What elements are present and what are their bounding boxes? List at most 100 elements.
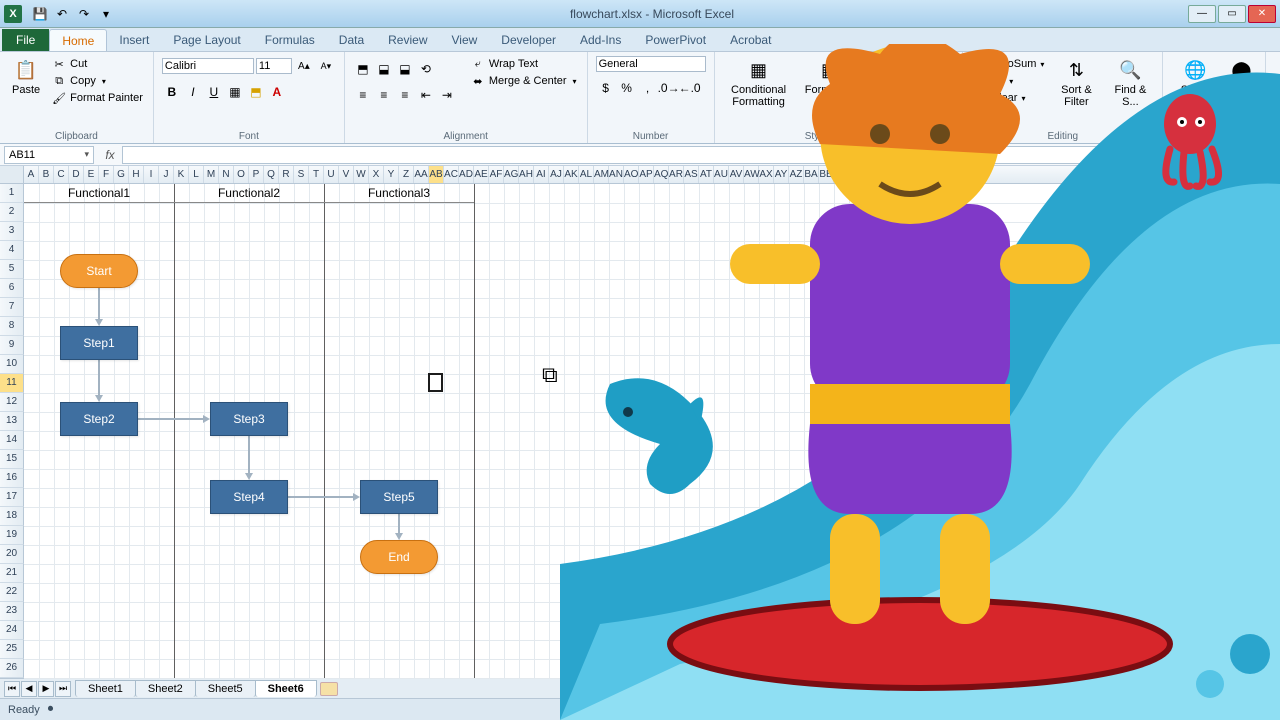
copy-button[interactable]: ⧉Copy▾ — [50, 73, 145, 89]
ribbon-tab-add-ins[interactable]: Add-Ins — [568, 29, 633, 51]
increase-indent-icon[interactable]: ⇥ — [437, 85, 457, 105]
name-box[interactable]: AB11▾ — [4, 146, 94, 164]
row-header[interactable]: 19 — [0, 526, 24, 545]
close-button[interactable]: ✕ — [1248, 5, 1276, 23]
flowchart-step[interactable]: Step4 — [210, 480, 288, 514]
sort-filter-button[interactable]: ⇅Sort & Filter — [1052, 56, 1100, 110]
macro-record-icon[interactable]: ⏺ — [48, 703, 54, 716]
column-header[interactable]: K — [174, 166, 189, 183]
find-select-button[interactable]: 🔍Find & S... — [1106, 56, 1154, 110]
clear-button[interactable]: ◧Clear▾ — [971, 90, 1046, 106]
column-header[interactable]: BB — [819, 166, 834, 183]
column-header[interactable]: M — [204, 166, 219, 183]
autosum-button[interactable]: ΣAutoSum▾ — [971, 56, 1046, 72]
formula-input[interactable] — [122, 146, 1274, 164]
column-header[interactable]: BC — [834, 166, 849, 183]
qat-customize-icon[interactable]: ▾ — [96, 4, 116, 24]
row-header[interactable]: 22 — [0, 583, 24, 602]
column-header[interactable]: BI — [924, 166, 939, 183]
column-header[interactable]: S — [294, 166, 309, 183]
column-header[interactable]: W — [354, 166, 369, 183]
row-header[interactable]: 10 — [0, 355, 24, 374]
wrap-text-button[interactable]: ⤶Wrap Text — [469, 56, 579, 72]
row-header[interactable]: 18 — [0, 507, 24, 526]
percent-icon[interactable]: % — [617, 78, 637, 98]
row-header[interactable]: 26 — [0, 659, 24, 678]
maximize-button[interactable]: ▭ — [1218, 5, 1246, 23]
undo-icon[interactable]: ↶ — [52, 4, 72, 24]
sheet-nav-first[interactable]: ⏮ — [4, 681, 20, 697]
fill-color-button[interactable]: ⬒ — [246, 82, 266, 102]
row-header[interactable]: 8 — [0, 317, 24, 336]
format-as-table-button[interactable]: ▦Format as Table — [801, 56, 859, 110]
sheet-tab-sheet6[interactable]: Sheet6 — [255, 680, 317, 697]
align-top-icon[interactable]: ⬒ — [353, 59, 373, 79]
comma-icon[interactable]: , — [638, 78, 658, 98]
column-header[interactable]: BA — [804, 166, 819, 183]
sheet-nav-prev[interactable]: ◀ — [21, 681, 37, 697]
column-header[interactable]: R — [279, 166, 294, 183]
column-header[interactable]: AA — [414, 166, 429, 183]
webex-button[interactable]: ⬤W... — [1225, 56, 1257, 98]
redo-icon[interactable]: ↷ — [74, 4, 94, 24]
sheet-tab-sheet2[interactable]: Sheet2 — [135, 680, 196, 697]
decrease-decimal-icon[interactable]: ←.0 — [680, 78, 700, 98]
column-header[interactable]: AK — [564, 166, 579, 183]
column-header[interactable]: E — [84, 166, 99, 183]
fill-button[interactable]: ⬇Fill▾ — [971, 73, 1046, 89]
bold-button[interactable]: B — [162, 82, 182, 102]
row-header[interactable]: 23 — [0, 602, 24, 621]
column-header[interactable]: AG — [504, 166, 519, 183]
increase-decimal-icon[interactable]: .0→ — [659, 78, 679, 98]
ribbon-tab-insert[interactable]: Insert — [107, 29, 161, 51]
italic-button[interactable]: I — [183, 82, 203, 102]
column-header[interactable]: I — [144, 166, 159, 183]
row-header[interactable]: 7 — [0, 298, 24, 317]
column-header[interactable]: BG — [894, 166, 909, 183]
cells-area[interactable]: Functional1 Functional2 Functional3 Star… — [24, 184, 1280, 678]
column-header[interactable]: AH — [519, 166, 534, 183]
column-header[interactable]: O — [234, 166, 249, 183]
flowchart-step[interactable]: Step5 — [360, 480, 438, 514]
column-header[interactable]: BF — [879, 166, 894, 183]
flowchart-start[interactable]: Start — [60, 254, 138, 288]
column-header[interactable]: AI — [534, 166, 549, 183]
row-header[interactable]: 20 — [0, 545, 24, 564]
row-header[interactable]: 11 — [0, 374, 24, 393]
row-header[interactable]: 1 — [0, 184, 24, 203]
row-header[interactable]: 3 — [0, 222, 24, 241]
row-header[interactable]: 17 — [0, 488, 24, 507]
grow-font-icon[interactable]: A▴ — [294, 56, 314, 76]
row-header[interactable]: 15 — [0, 450, 24, 469]
shrink-font-icon[interactable]: A▾ — [316, 56, 336, 76]
cut-button[interactable]: ✂Cut — [50, 56, 145, 72]
ribbon-tab-page-layout[interactable]: Page Layout — [161, 29, 252, 51]
row-header[interactable]: 6 — [0, 279, 24, 298]
save-icon[interactable]: 💾 — [30, 4, 50, 24]
column-header[interactable]: Z — [399, 166, 414, 183]
row-header[interactable]: 25 — [0, 640, 24, 659]
flowchart-end[interactable]: End — [360, 540, 438, 574]
row-header[interactable]: 16 — [0, 469, 24, 488]
align-right-icon[interactable]: ≡ — [395, 85, 415, 105]
align-bottom-icon[interactable]: ⬓ — [395, 59, 415, 79]
underline-button[interactable]: U — [204, 82, 224, 102]
column-header[interactable]: AN — [609, 166, 624, 183]
flowchart-step[interactable]: Step2 — [60, 402, 138, 436]
column-header[interactable]: AQ — [654, 166, 669, 183]
sheet-tab-sheet1[interactable]: Sheet1 — [75, 680, 136, 697]
conditional-formatting-button[interactable]: ▦Conditional Formatting — [723, 56, 795, 110]
column-header[interactable]: AF — [489, 166, 504, 183]
column-header[interactable]: AS — [684, 166, 699, 183]
ribbon-tab-developer[interactable]: Developer — [489, 29, 568, 51]
column-header[interactable]: BH — [909, 166, 924, 183]
row-header[interactable]: 21 — [0, 564, 24, 583]
row-header[interactable]: 9 — [0, 336, 24, 355]
file-tab[interactable]: File — [2, 29, 49, 51]
column-header[interactable]: AW — [744, 166, 759, 183]
column-header[interactable]: AU — [714, 166, 729, 183]
column-header[interactable]: AR — [669, 166, 684, 183]
row-header[interactable]: 12 — [0, 393, 24, 412]
column-header[interactable]: U — [324, 166, 339, 183]
share-file-button[interactable]: 🌐Share This File — [1171, 56, 1219, 122]
